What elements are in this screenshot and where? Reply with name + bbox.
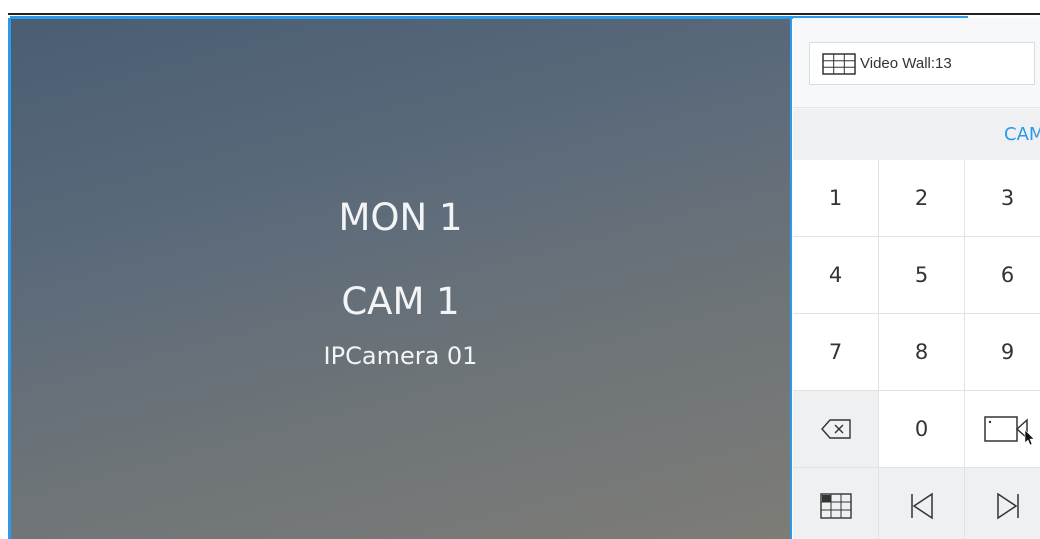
video-wall-icon	[822, 52, 856, 75]
camera-name: IPCamera 01	[323, 342, 478, 370]
video-view[interactable]: MON 1 CAM 1 IPCamera 01	[8, 18, 792, 539]
next-icon	[996, 492, 1019, 520]
monitor-label: MON 1	[338, 196, 463, 239]
next-button[interactable]	[965, 468, 1040, 539]
control-panel: Video Wall:13 CAM 1 2 3 4 5 6 7 8 9 0	[793, 18, 1040, 539]
key-9[interactable]: 9	[965, 314, 1040, 391]
key-0[interactable]: 0	[879, 391, 965, 468]
keypad: 1 2 3 4 5 6 7 8 9 0	[793, 160, 1040, 539]
backspace-icon	[820, 419, 851, 439]
key-7[interactable]: 7	[793, 314, 879, 391]
video-wall-row: Video Wall:13	[793, 18, 1040, 108]
backspace-button[interactable]	[793, 391, 879, 468]
grid-layout-icon	[819, 493, 852, 519]
previous-icon	[910, 492, 933, 520]
previous-button[interactable]	[879, 468, 965, 539]
key-8[interactable]: 8	[879, 314, 965, 391]
key-3[interactable]: 3	[965, 160, 1040, 237]
key-1[interactable]: 1	[793, 160, 879, 237]
app-window: MON 1 CAM 1 IPCamera 01 Video Wall:13 CA…	[0, 0, 1040, 539]
video-wall-label: Video Wall:13	[860, 55, 952, 72]
camera-icon	[983, 416, 1033, 446]
mode-tab-cam[interactable]: CAM	[793, 109, 1040, 160]
key-2[interactable]: 2	[879, 160, 965, 237]
layout-button[interactable]	[793, 468, 879, 539]
camera-select-button[interactable]	[965, 391, 1040, 468]
window-top-border	[8, 13, 1040, 15]
key-6[interactable]: 6	[965, 237, 1040, 314]
key-5[interactable]: 5	[879, 237, 965, 314]
key-4[interactable]: 4	[793, 237, 879, 314]
video-wall-selector[interactable]: Video Wall:13	[809, 42, 1035, 85]
camera-label: CAM 1	[341, 280, 460, 323]
